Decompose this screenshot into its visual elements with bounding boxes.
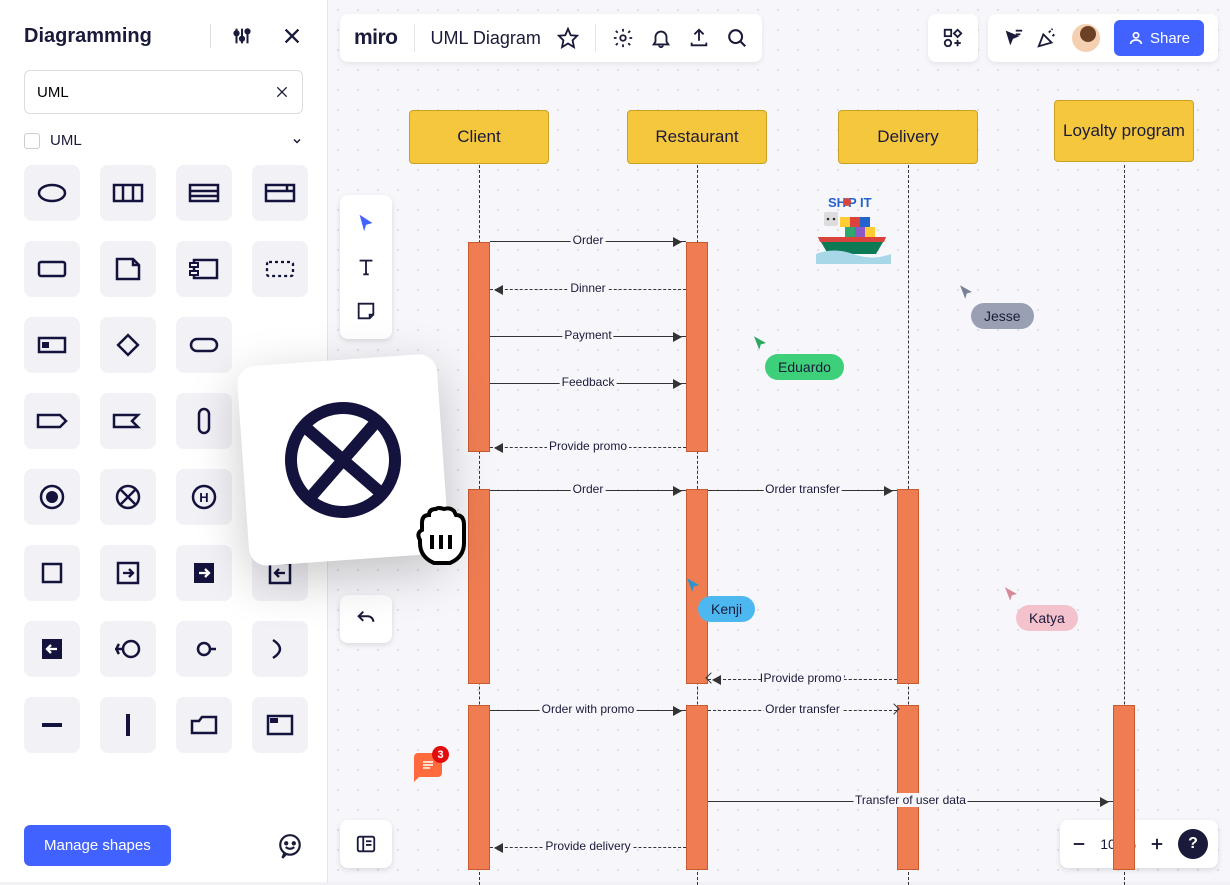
shape-window[interactable] [252, 697, 308, 753]
svg-text:P IT: P IT [848, 195, 872, 210]
shape-ellipse[interactable] [24, 165, 80, 221]
grab-cursor-icon [410, 505, 474, 565]
collaborator-cursor [1002, 585, 1020, 608]
message-label: Payment [562, 328, 613, 342]
message-label: Provide delivery [543, 839, 632, 853]
sidebar-footer: Manage shapes [0, 809, 327, 882]
chevron-down-icon[interactable] [291, 135, 303, 147]
message-label: Order transfer [763, 482, 842, 496]
feedback-icon[interactable] [277, 833, 303, 859]
category-label: UML [50, 132, 82, 149]
shape-square-arrow-r[interactable] [100, 545, 156, 601]
divider [210, 24, 211, 48]
shape-receive-signal[interactable] [100, 393, 156, 449]
message-label: Order with promo [540, 702, 637, 716]
activation-bar[interactable] [897, 489, 919, 684]
lifeline-loyalty-program[interactable]: Loyalty program [1054, 100, 1194, 162]
sequence-diagram[interactable]: Client Restaurant Delivery Loyalty program O… [328, 0, 1230, 882]
shape-filled-arrow-r[interactable] [176, 545, 232, 601]
search-input[interactable] [37, 84, 274, 101]
shape-bar-vert[interactable] [100, 697, 156, 753]
collaborator-label: Kenji [698, 596, 755, 622]
shape-three-col[interactable] [100, 165, 156, 221]
activation-bar[interactable] [468, 705, 490, 870]
shape-component[interactable] [176, 241, 232, 297]
message-label: Order transfer [763, 702, 842, 716]
circle-x-shape-icon [279, 396, 407, 524]
shape-circle-h[interactable]: H [176, 469, 232, 525]
shape-note[interactable] [100, 241, 156, 297]
activation-bar[interactable] [1113, 705, 1135, 870]
activation-bar[interactable] [686, 242, 708, 452]
lifeline-restaurant[interactable]: Restaurant [627, 110, 767, 164]
shape-merge[interactable] [100, 621, 156, 677]
category-checkbox[interactable] [24, 133, 40, 149]
canvas[interactable]: miro UML Diagram Share [328, 0, 1230, 882]
collaborator-label: Jesse [971, 303, 1034, 329]
collaborator-label: Eduardo [765, 354, 844, 380]
shape-rounded[interactable] [176, 317, 232, 373]
message-label: Order [571, 233, 606, 247]
close-icon[interactable] [281, 25, 303, 47]
activation-bar[interactable] [897, 705, 919, 870]
category-row[interactable]: UML [0, 124, 327, 165]
message-label: Feedback [560, 375, 617, 389]
collaborator-label: Katya [1016, 605, 1078, 631]
collaborator-cursor [751, 334, 769, 357]
message-label: Transfer of user data [853, 793, 968, 807]
sidebar-header: Diagramming [0, 0, 327, 60]
shape-browser[interactable] [252, 165, 308, 221]
shape-arc[interactable] [252, 621, 308, 677]
activation-bar[interactable] [468, 242, 490, 452]
shape-filled-arrow-l[interactable] [24, 621, 80, 677]
shape-pill-vert[interactable] [176, 393, 232, 449]
lifeline-delivery[interactable]: Delivery [838, 110, 978, 164]
shape-dashed-box[interactable] [252, 241, 308, 297]
shape-search[interactable] [24, 70, 303, 114]
shape-circle-x[interactable] [100, 469, 156, 525]
shape-send-signal[interactable] [24, 393, 80, 449]
lifeline-client[interactable]: Client [409, 110, 549, 164]
shape-table[interactable] [176, 165, 232, 221]
manage-shapes-button[interactable]: Manage shapes [24, 825, 171, 866]
activation-bar[interactable] [686, 705, 708, 870]
clear-search-icon[interactable] [274, 84, 290, 100]
shape-folder[interactable] [176, 697, 232, 753]
shape-slot[interactable] [24, 317, 80, 373]
message-label: Provide promo [547, 439, 629, 453]
svg-text:H: H [199, 490, 208, 505]
collaborator-cursor [957, 283, 975, 306]
shape-card[interactable] [24, 241, 80, 297]
message-label: Provide promo [761, 671, 843, 685]
ship-it-sticker[interactable]: SH P IT [816, 192, 891, 277]
message-label: Order [571, 482, 606, 496]
collaborator-cursor [684, 576, 702, 599]
shape-minus[interactable] [24, 697, 80, 753]
message-label: Dinner [568, 281, 607, 295]
shape-diamond[interactable] [100, 317, 156, 373]
sidebar-title: Diagramming [24, 25, 152, 48]
shape-filled-circle[interactable] [24, 469, 80, 525]
shape-small-circle[interactable] [176, 621, 232, 677]
shape-square[interactable] [24, 545, 80, 601]
settings-sliders-icon[interactable] [231, 25, 253, 47]
